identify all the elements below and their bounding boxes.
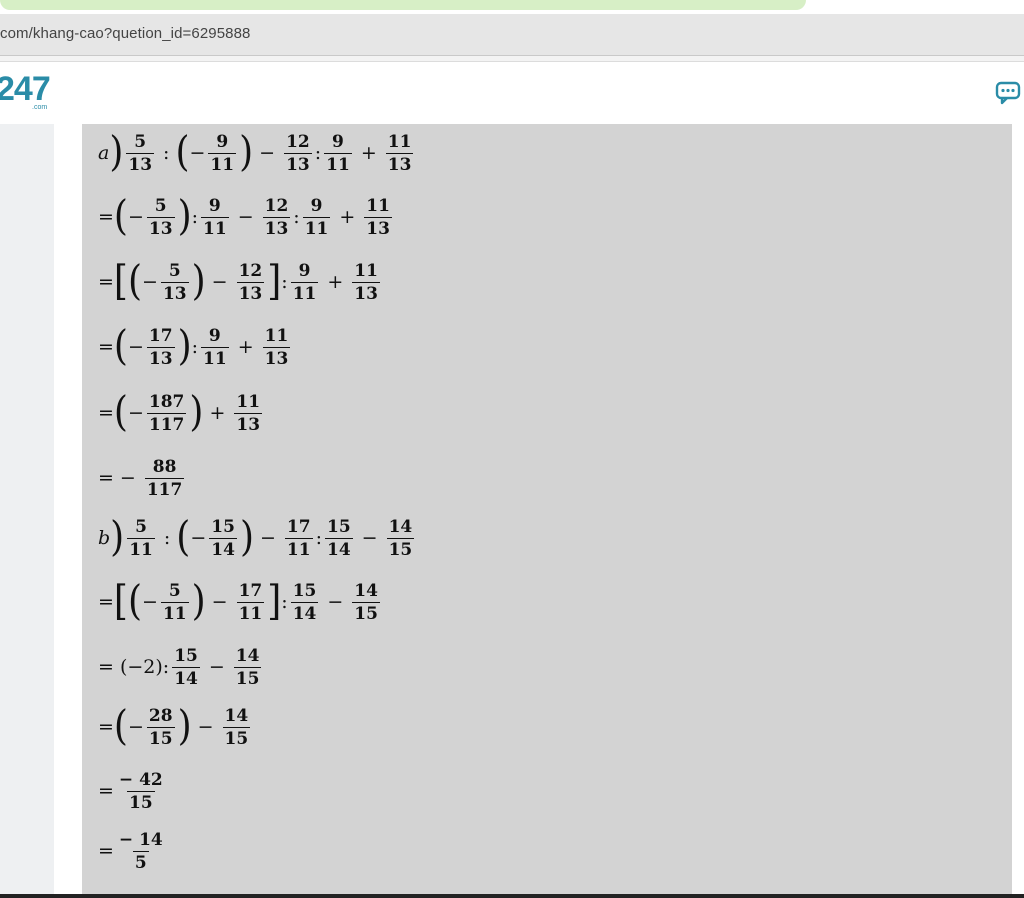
part-a-label: a: [98, 142, 110, 164]
chat-icon[interactable]: [994, 80, 1024, 106]
url-text[interactable]: com/khang-cao?quetion_id=6295888: [0, 25, 250, 42]
site-header: 247 .com: [0, 62, 1024, 124]
bottom-border: [0, 894, 1024, 898]
site-logo-sub: .com: [32, 104, 48, 111]
tab-strip: [0, 0, 1024, 14]
content-gutter: [54, 124, 82, 898]
address-bar[interactable]: com/khang-cao?quetion_id=6295888: [0, 14, 1024, 56]
part-b-label: b: [98, 527, 111, 549]
left-sidebar: [0, 124, 54, 898]
active-tab[interactable]: [0, 0, 806, 10]
right-gutter: [1012, 124, 1024, 898]
